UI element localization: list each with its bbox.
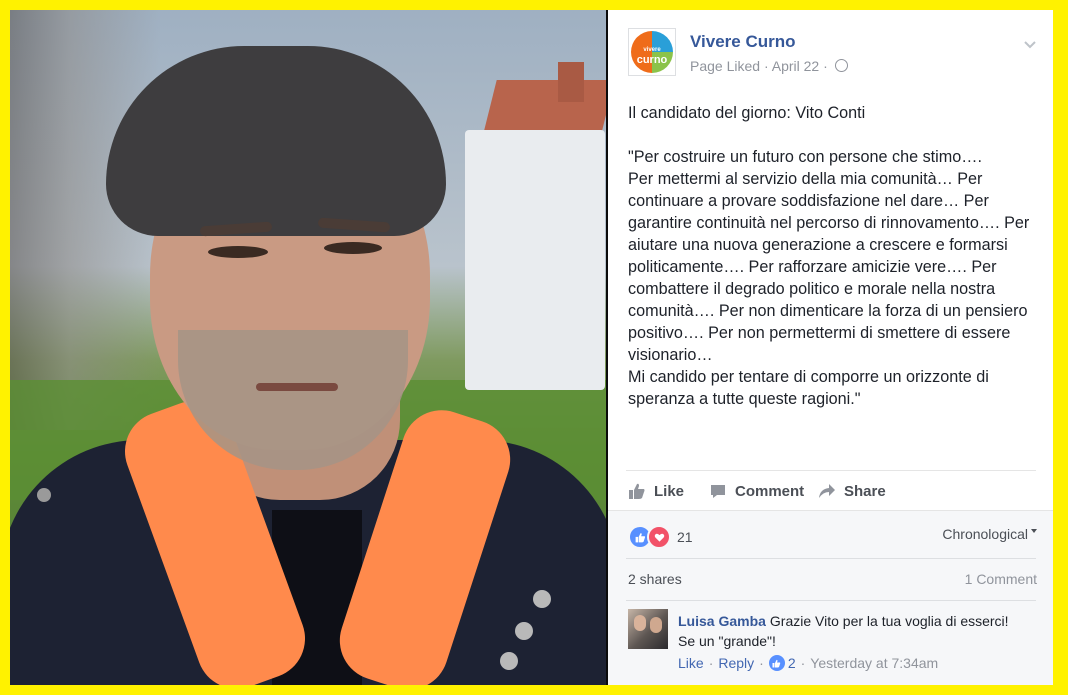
post-feedback-area: 21 Chronological 2 shares 1 Comment Luis… [608,510,1053,685]
share-button-label: Share [844,482,886,500]
thumbs-up-icon [629,483,645,499]
page-logo-text-top: vivere [643,47,661,53]
photo-button [515,622,533,640]
meta-separator: · [763,58,769,74]
photo-button [533,590,551,608]
photo-chimney [558,62,584,102]
post-header: vivere curno Vivere Curno Page Liked · A… [628,28,1038,80]
comment-button-label: Comment [735,482,805,500]
comment-reply-link[interactable]: Reply [718,655,754,671]
post-panel: vivere curno Vivere Curno Page Liked · A… [608,10,1053,685]
comment-actions: Like · Reply · 2 · Yesterday at 7:34am [678,655,938,671]
like-button-label: Like [654,482,685,500]
comment-timestamp[interactable]: Yesterday at 7:34am [810,655,938,671]
post-photo[interactable] [10,10,606,685]
post-meta: Page Liked · April 22 · [690,58,848,74]
comment-item: Luisa Gamba Grazie Vito per la tua voglia… [628,609,1038,679]
like-button[interactable]: Like [628,482,684,500]
photo-button [37,488,51,502]
globe-icon [834,59,848,72]
avatar-person [650,617,662,633]
comment-like-count[interactable]: 2 [788,655,796,671]
page-logo-text-bottom: curno [636,54,668,66]
post-action-bar: Like Comment Share [626,470,1036,509]
commenter-avatar[interactable] [628,609,668,649]
photo-house [465,130,605,390]
comment-sort-label: Chronological [942,526,1028,542]
comment-text-block: Luisa Gamba Grazie Vito per la tua voglia… [678,611,1018,651]
avatar-person [634,615,646,631]
photo-mouth [256,383,338,391]
page-liked-status: Page Liked [690,58,761,74]
meta-separator: · [823,58,828,74]
separator-dot: · [759,655,764,671]
share-arrow-icon [819,484,835,498]
reaction-count: 21 [677,529,693,545]
comments-count-link[interactable]: 1 Comment [965,571,1037,587]
post-body-text: Il candidato del giorno: Vito Conti "Per… [628,104,1030,408]
divider [626,558,1036,559]
page-name-link[interactable]: Vivere Curno [690,32,796,52]
photo-eye-right [324,242,382,254]
photo-eye-left [208,246,268,258]
heart-icon [647,525,671,549]
separator-dot: · [708,655,714,671]
shares-count-link[interactable]: 2 shares [628,571,682,587]
page-avatar[interactable]: vivere curno [628,28,676,76]
reactions-summary[interactable]: 21 [628,525,693,549]
commenter-name-link[interactable]: Luisa Gamba [678,613,766,629]
post-frame: vivere curno Vivere Curno Page Liked · A… [10,10,1053,685]
photo-button [500,652,518,670]
divider [626,600,1036,601]
comment-sort-dropdown[interactable]: Chronological [942,526,1037,542]
comment-like-link[interactable]: Like [678,655,704,671]
share-button[interactable]: Share [818,482,886,500]
separator-dot: · [800,655,806,671]
thumbs-up-icon [768,655,785,671]
comment-bubble-icon [711,485,725,498]
post-date-link[interactable]: April 22 [772,58,819,74]
chevron-down-icon[interactable] [1022,36,1038,52]
caret-down-icon [1031,529,1037,533]
comment-button[interactable]: Comment [709,482,804,500]
